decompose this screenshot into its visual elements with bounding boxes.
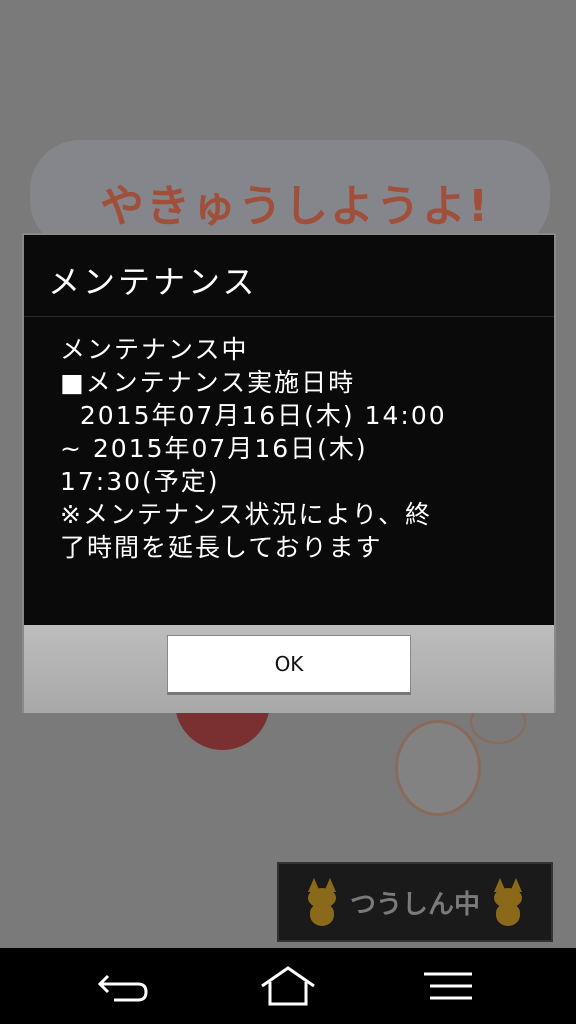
message-line: ■メンテナンス実施日時 bbox=[60, 368, 356, 397]
back-icon[interactable] bbox=[94, 962, 154, 1010]
connecting-banner: つうしん中 bbox=[277, 862, 553, 942]
message-line: 了時間を延長しております bbox=[60, 533, 383, 562]
maintenance-dialog: メンテナンス メンテナンス中 ■メンテナンス実施日時 2015年07月16日(木… bbox=[22, 233, 556, 713]
home-icon[interactable] bbox=[258, 962, 318, 1010]
message-line: 17:30(予定) bbox=[60, 467, 220, 496]
fox-mascot-icon bbox=[304, 878, 340, 926]
message-line: ~ 2015年07月16日(木) bbox=[60, 434, 368, 463]
message-line: ※メンテナンス状況により、終 bbox=[60, 500, 432, 529]
dialog-title: メンテナンス bbox=[24, 235, 554, 317]
menu-icon[interactable] bbox=[418, 962, 478, 1010]
game-title-logo: やきゅうしようよ! bbox=[100, 181, 491, 232]
dialog-button-bar: OK bbox=[24, 625, 554, 713]
message-line: メンテナンス中 bbox=[60, 335, 249, 364]
fox-mascot-icon bbox=[490, 878, 526, 926]
background-character-part bbox=[395, 720, 481, 816]
connecting-text: つうしん中 bbox=[349, 889, 480, 920]
system-navigation-bar bbox=[0, 948, 576, 1024]
message-line: 2015年07月16日(木) 14:00 bbox=[60, 401, 447, 430]
dialog-message: メンテナンス中 ■メンテナンス実施日時 2015年07月16日(木) 14:00… bbox=[60, 333, 530, 564]
ok-button[interactable]: OK bbox=[167, 635, 411, 695]
